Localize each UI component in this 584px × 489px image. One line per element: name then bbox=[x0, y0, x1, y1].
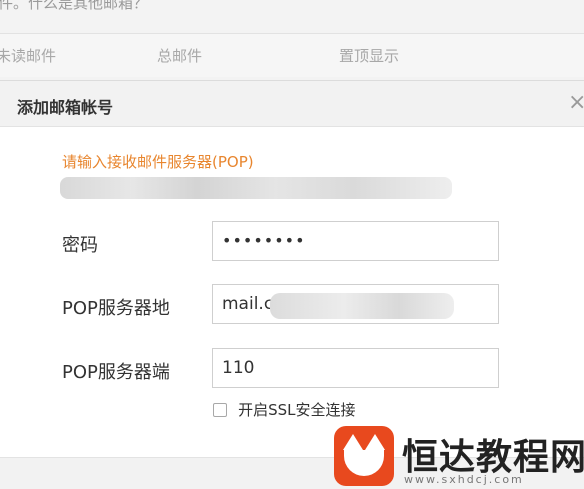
pop-port-field[interactable]: 110 bbox=[212, 348, 499, 388]
background-page: 件。什么是其他邮箱？ 未读邮件 总邮件 置顶显示 bbox=[0, 0, 584, 80]
column-unread: 未读邮件 bbox=[0, 47, 57, 65]
logo-icon bbox=[334, 426, 394, 486]
column-total: 总邮件 bbox=[157, 47, 203, 65]
redacted-text bbox=[60, 177, 452, 199]
redacted-host bbox=[270, 293, 454, 319]
dialog-header: 添加邮箱帐号 × bbox=[0, 81, 584, 127]
pop-host-label: POP服务器地 bbox=[62, 298, 170, 319]
password-field[interactable]: •••••••• bbox=[212, 221, 499, 261]
close-icon[interactable]: × bbox=[568, 91, 584, 115]
column-pin: 置顶显示 bbox=[339, 47, 400, 65]
ssl-checkbox-label: 开启SSL安全连接 bbox=[238, 401, 356, 419]
other-mailbox-hint[interactable]: 件。什么是其他邮箱？ bbox=[0, 0, 148, 13]
site-watermark: 恒达教程网 www.sxhdcj.com bbox=[334, 426, 584, 489]
pop-server-prompt: 请输入接收邮件服务器(POP) bbox=[62, 153, 254, 171]
ssl-checkbox[interactable] bbox=[213, 402, 227, 417]
mail-table-header: 未读邮件 总邮件 置顶显示 bbox=[0, 33, 584, 77]
pop-port-label: POP服务器端 bbox=[62, 362, 170, 383]
password-label: 密码 bbox=[62, 235, 98, 256]
ssl-option[interactable]: 开启SSL安全连接 bbox=[213, 399, 356, 419]
watermark-url: www.sxhdcj.com bbox=[404, 473, 524, 486]
dialog-title: 添加邮箱帐号 bbox=[17, 98, 114, 117]
